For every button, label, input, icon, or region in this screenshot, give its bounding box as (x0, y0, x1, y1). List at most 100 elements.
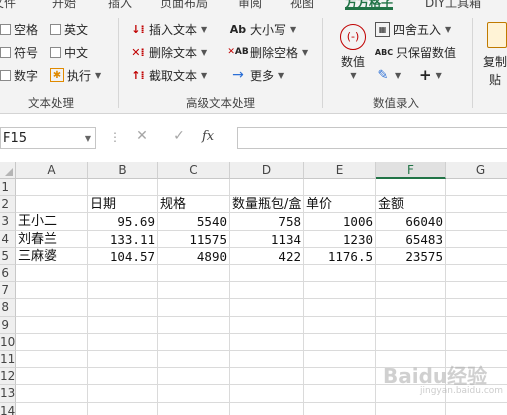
tab-page-layout[interactable]: 页面布局 (160, 0, 208, 10)
cell-a2[interactable] (16, 196, 88, 214)
cell-d7[interactable] (230, 282, 304, 300)
check-english[interactable]: 英文 (50, 20, 88, 38)
cell-f2[interactable]: 金额 (376, 196, 446, 214)
row-header[interactable]: 2 (0, 196, 16, 214)
cell-d1[interactable] (230, 179, 304, 197)
cell-d9[interactable] (230, 316, 304, 334)
tab-view[interactable]: 视图 (290, 0, 314, 10)
row-header[interactable]: 13 (0, 385, 16, 403)
cell-e9[interactable] (304, 316, 376, 334)
resize-handle[interactable]: ⋮ (109, 130, 121, 144)
row-header[interactable]: 14 (0, 402, 16, 415)
name-box[interactable]: F15 ▼ (0, 127, 96, 149)
cell-f9[interactable] (376, 316, 446, 334)
cell-g3[interactable] (446, 213, 507, 231)
chevron-down-icon[interactable]: ▼ (85, 134, 91, 143)
row-header[interactable]: 12 (0, 368, 16, 386)
cell-b10[interactable] (88, 333, 158, 351)
cell-a11[interactable] (16, 351, 88, 369)
delete-text-button[interactable]: ✕⁞ 删除文本 ▼ (130, 43, 207, 61)
cell-a6[interactable] (16, 265, 88, 283)
column-header-f[interactable]: F (376, 162, 446, 179)
cell-d11[interactable] (230, 351, 304, 369)
cell-b13[interactable] (88, 385, 158, 403)
cell-d8[interactable] (230, 299, 304, 317)
row-header[interactable]: 11 (0, 351, 16, 369)
cell-c14[interactable] (158, 402, 230, 415)
column-header-b[interactable]: B (88, 162, 158, 179)
cell-g9[interactable] (446, 317, 507, 334)
row-header[interactable]: 7 (0, 282, 16, 300)
cell-e8[interactable] (304, 299, 376, 317)
cell-e3[interactable]: 1006 (304, 213, 376, 231)
cell-b12[interactable] (88, 368, 158, 386)
column-header-e[interactable]: E (304, 162, 376, 179)
cell-b2[interactable]: 日期 (88, 196, 158, 214)
copy-paste-button[interactable]: 复制 贴 (483, 22, 507, 92)
enter-icon[interactable]: ✓ (168, 128, 190, 148)
cell-f6[interactable] (376, 265, 446, 283)
cell-b11[interactable] (88, 351, 158, 369)
checkbox-icon[interactable] (50, 23, 61, 35)
round-button[interactable]: ▦ 四舍五入 ▼ (375, 20, 451, 38)
cell-a9[interactable] (16, 316, 88, 334)
cell-a12[interactable] (16, 368, 88, 386)
cell-b3[interactable]: 95.69 (88, 213, 158, 231)
cell-b9[interactable] (88, 316, 158, 334)
check-space[interactable]: 空格 (0, 20, 38, 38)
cell-b7[interactable] (88, 282, 158, 300)
cell-c4[interactable]: 11575 (158, 230, 230, 248)
cell-f10[interactable] (376, 333, 446, 351)
check-chinese[interactable]: 中文 (50, 43, 88, 61)
cell-a5[interactable]: 三麻婆 (16, 247, 88, 265)
checkbox-icon[interactable] (0, 69, 11, 81)
row-header[interactable]: 9 (0, 316, 16, 334)
cell-c3[interactable]: 5540 (158, 213, 230, 231)
cell-b1[interactable] (88, 179, 158, 197)
cell-e11[interactable] (304, 351, 376, 369)
cell-c1[interactable] (158, 179, 230, 197)
cell-c7[interactable] (158, 282, 230, 300)
cell-e2[interactable]: 单价 (304, 196, 376, 214)
tab-insert[interactable]: 插入 (108, 0, 132, 10)
select-all-corner[interactable] (0, 162, 16, 179)
cell-c8[interactable] (158, 299, 230, 317)
cell-f5[interactable]: 23575 (376, 247, 446, 265)
cell-c13[interactable] (158, 385, 230, 403)
insert-text-button[interactable]: ↓⁞ 插入文本 ▼ (130, 20, 207, 38)
cell-c12[interactable] (158, 368, 230, 386)
cell-d3[interactable]: 758 (230, 213, 304, 231)
row-header[interactable]: 5 (0, 247, 16, 265)
cell-c5[interactable]: 4890 (158, 247, 230, 265)
cell-e12[interactable] (304, 368, 376, 386)
cell-g5[interactable] (446, 248, 507, 265)
cell-f8[interactable] (376, 299, 446, 317)
cell-b6[interactable] (88, 265, 158, 283)
add-menu-button[interactable]: + ▼ (419, 66, 442, 84)
cell-d10[interactable] (230, 333, 304, 351)
cell-c2[interactable]: 规格 (158, 196, 230, 214)
cell-b14[interactable] (88, 402, 158, 415)
cell-e14[interactable] (304, 402, 376, 415)
edit-menu-button[interactable]: ✎ ▼ (375, 66, 402, 84)
cell-e13[interactable] (304, 385, 376, 403)
cell-e10[interactable] (304, 333, 376, 351)
cell-g6[interactable] (446, 265, 507, 283)
cell-g1[interactable] (446, 179, 507, 197)
cell-c11[interactable] (158, 351, 230, 369)
cell-e4[interactable]: 1230 (304, 230, 376, 248)
tab-diy-toolbox[interactable]: DIY工具箱 (425, 0, 481, 10)
cell-e7[interactable] (304, 282, 376, 300)
row-header[interactable]: 8 (0, 299, 16, 317)
cell-g14[interactable] (446, 403, 507, 415)
column-header-c[interactable]: C (158, 162, 230, 179)
cell-c9[interactable] (158, 316, 230, 334)
cancel-icon[interactable]: ✕ (131, 128, 153, 148)
row-header[interactable]: 1 (0, 179, 16, 197)
row-header[interactable]: 3 (0, 213, 16, 231)
cell-d6[interactable] (230, 265, 304, 283)
tab-review[interactable]: 审阅 (238, 0, 262, 10)
extract-text-button[interactable]: ↑⁞ 截取文本 ▼ (130, 66, 207, 84)
cell-d2[interactable]: 数量瓶包/盒 (230, 196, 304, 214)
cell-a8[interactable] (16, 299, 88, 317)
